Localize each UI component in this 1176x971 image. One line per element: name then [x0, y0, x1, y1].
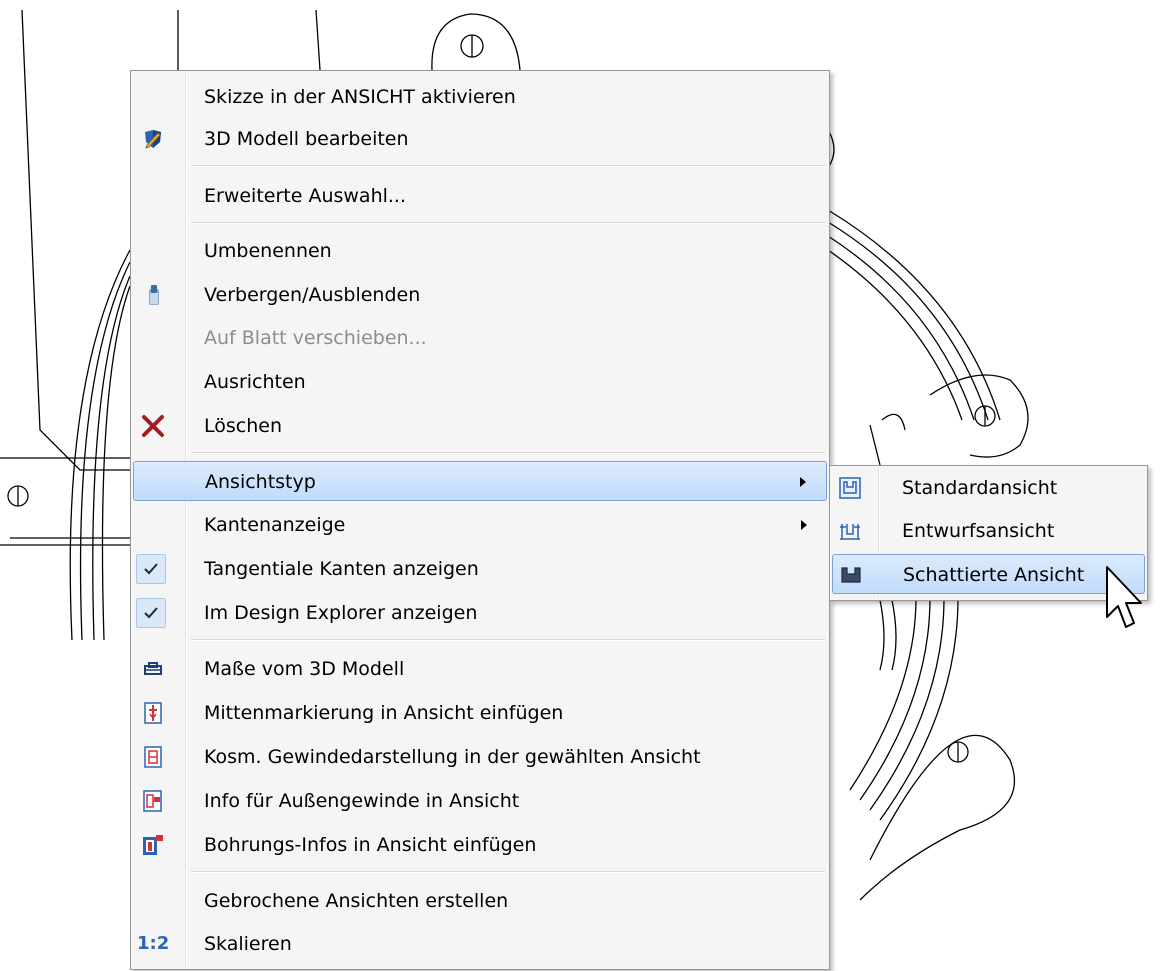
view-type-submenu: Standardansicht Entwurfsansicht Schattie… [829, 465, 1148, 601]
checkmark-icon [136, 554, 166, 584]
submenu-item-standard-view[interactable]: Standardansicht [832, 468, 1145, 508]
menu-item-label: Info für Außengewinde in Ansicht [204, 790, 520, 812]
menu-item-label: Auf Blatt verschieben... [204, 327, 427, 349]
context-menu: Skizze in der ANSICHT aktivieren 3D Mode… [130, 70, 830, 970]
menu-separator [191, 639, 825, 641]
menu-item-rename[interactable]: Umbenennen [133, 231, 827, 271]
menu-item-extended-selection[interactable]: Erweiterte Auswahl... [133, 176, 827, 216]
scale-icon: 1:2 [137, 933, 170, 954]
menu-separator [191, 222, 825, 224]
menu-item-delete[interactable]: Löschen [133, 406, 827, 446]
menu-item-label: Erweiterte Auswahl... [204, 185, 407, 207]
menu-item-show-tangent-edges[interactable]: Tangentiale Kanten anzeigen [133, 549, 827, 589]
submenu-arrow-icon [800, 477, 806, 487]
submenu-item-draft-view[interactable]: Entwurfsansicht [832, 511, 1145, 551]
menu-item-label: Kantenanzeige [204, 514, 346, 536]
menu-item-label: 3D Modell bearbeiten [204, 128, 409, 150]
menu-item-label: Gebrochene Ansichten erstellen [204, 890, 509, 912]
menu-item-show-in-design-explorer[interactable]: Im Design Explorer anzeigen [133, 593, 827, 633]
checkmark-icon [136, 598, 166, 628]
menu-item-create-broken-views[interactable]: Gebrochene Ansichten erstellen [133, 881, 827, 921]
menu-item-label: Im Design Explorer anzeigen [204, 602, 478, 624]
mouse-cursor-icon [1106, 566, 1142, 628]
hide-icon [141, 283, 165, 307]
menu-separator [191, 871, 825, 873]
menu-item-activate-sketch[interactable]: Skizze in der ANSICHT aktivieren [133, 77, 827, 117]
menu-item-edit-3d-model[interactable]: 3D Modell bearbeiten [133, 119, 827, 159]
menu-item-label: Löschen [204, 415, 282, 437]
menu-item-scale[interactable]: 1:2 Skalieren [133, 924, 827, 964]
shaded-view-icon [839, 563, 863, 587]
center-mark-icon [141, 701, 165, 725]
menu-item-view-type[interactable]: Ansichtstyp [133, 461, 827, 501]
menu-item-label: Entwurfsansicht [902, 520, 1055, 542]
menu-item-label: Tangentiale Kanten anzeigen [204, 558, 479, 580]
menu-separator [191, 452, 825, 454]
submenu-arrow-icon [801, 520, 807, 530]
menu-item-insert-center-mark[interactable]: Mittenmarkierung in Ansicht einfügen [133, 693, 827, 733]
menu-item-label: Bohrungs-Infos in Ansicht einfügen [204, 834, 537, 856]
submenu-item-shaded-view[interactable]: Schattierte Ansicht [832, 554, 1145, 594]
menu-item-label: Maße vom 3D Modell [204, 658, 405, 680]
external-thread-info-icon [141, 789, 165, 813]
menu-item-label: Standardansicht [902, 477, 1058, 499]
menu-item-hide[interactable]: Verbergen/Ausblenden [133, 275, 827, 315]
standard-view-icon [838, 476, 862, 500]
menu-item-label: Ausrichten [204, 371, 306, 393]
menu-item-label: Skizze in der ANSICHT aktivieren [204, 86, 516, 108]
edit-3d-model-icon [141, 127, 165, 151]
menu-item-label: Umbenennen [204, 240, 332, 262]
menu-item-move-to-sheet[interactable]: Auf Blatt verschieben... [133, 318, 827, 358]
cosmetic-thread-icon [141, 745, 165, 769]
cad-drawing-canvas: Skizze in der ANSICHT aktivieren 3D Mode… [0, 0, 1176, 971]
hole-info-icon [141, 833, 165, 857]
menu-item-align[interactable]: Ausrichten [133, 362, 827, 402]
menu-item-label: Ansichtstyp [205, 471, 316, 493]
delete-x-icon [141, 414, 165, 438]
menu-separator [191, 165, 825, 167]
menu-item-hole-info[interactable]: Bohrungs-Infos in Ansicht einfügen [133, 825, 827, 865]
menu-item-external-thread-info[interactable]: Info für Außengewinde in Ansicht [133, 781, 827, 821]
menu-item-label: Schattierte Ansicht [903, 564, 1085, 586]
menu-item-label: Kosm. Gewindedarstellung in der gewählte… [204, 746, 701, 768]
menu-item-label: Verbergen/Ausblenden [204, 284, 421, 306]
draft-view-icon [838, 519, 862, 543]
menu-item-edge-display[interactable]: Kantenanzeige [133, 505, 827, 545]
menu-item-dimensions-from-model[interactable]: Maße vom 3D Modell [133, 649, 827, 689]
menu-item-cosmetic-thread[interactable]: Kosm. Gewindedarstellung in der gewählte… [133, 737, 827, 777]
menu-item-label: Skalieren [204, 933, 292, 955]
menu-item-label: Mittenmarkierung in Ansicht einfügen [204, 702, 564, 724]
dimensions-from-model-icon [141, 657, 165, 681]
